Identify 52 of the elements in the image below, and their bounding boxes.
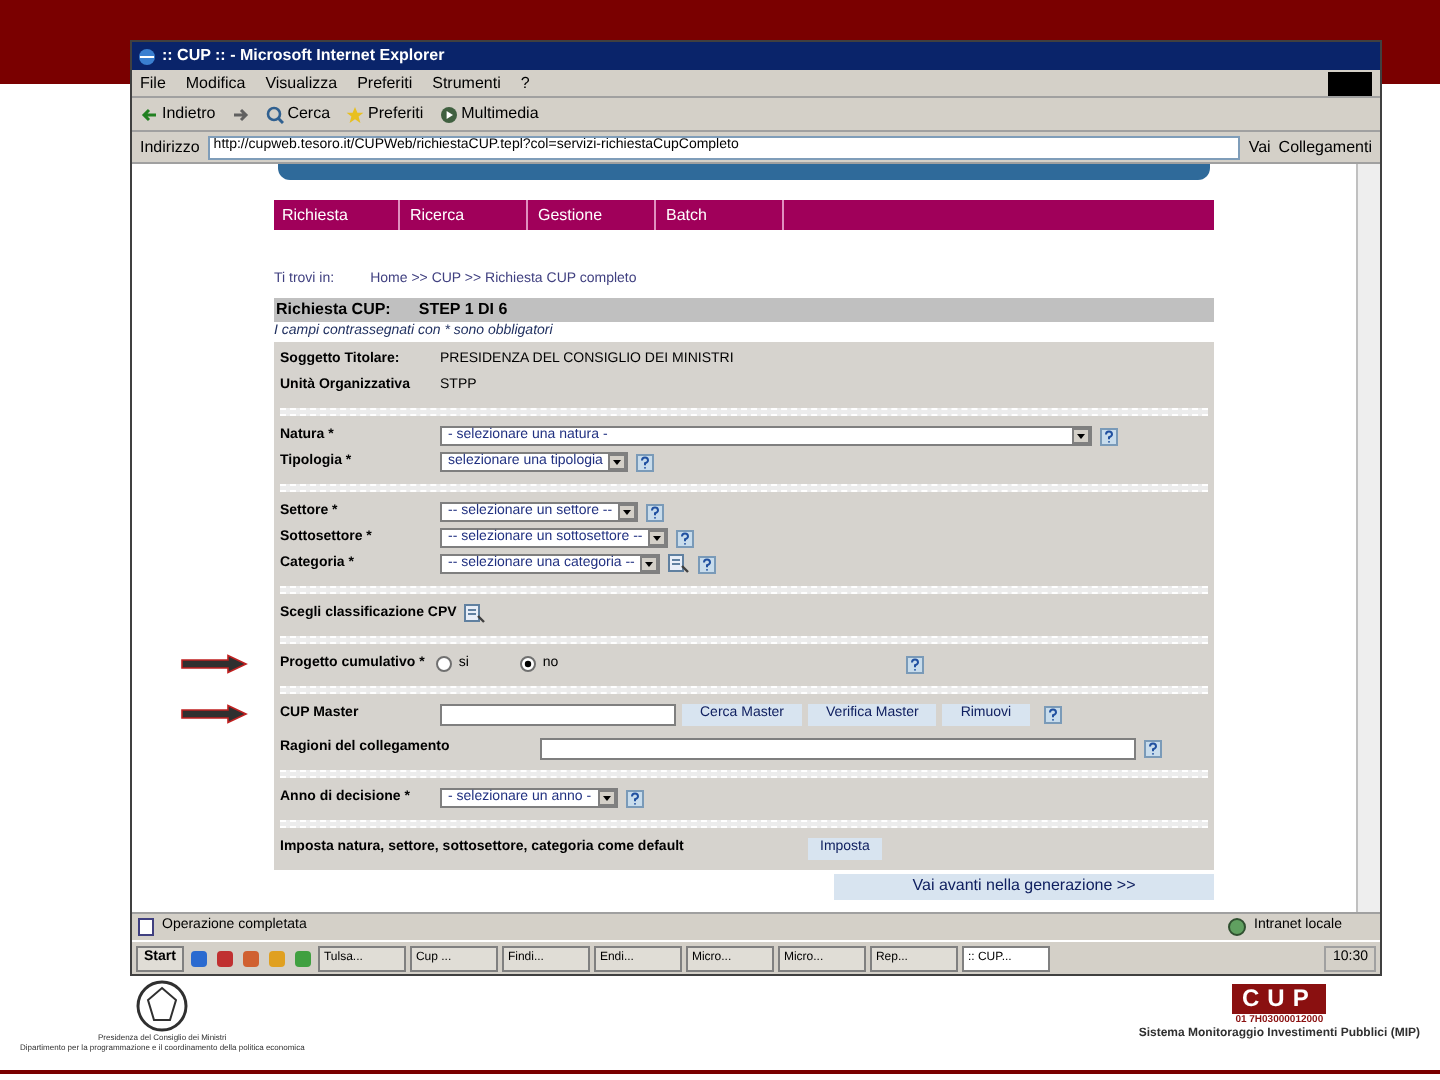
toolbar-button[interactable]: Preferiti xyxy=(346,102,424,126)
dropdown-caret-icon xyxy=(648,530,667,546)
menu-item[interactable]: File xyxy=(140,71,166,95)
help-icon xyxy=(1100,427,1118,445)
nav-tab[interactable]: Gestione xyxy=(530,200,656,230)
nav-tab[interactable]: Richiesta xyxy=(274,200,400,230)
windows-logo-icon xyxy=(1328,71,1372,95)
dropdown-caret-icon xyxy=(640,556,659,572)
help-icon xyxy=(906,655,925,673)
dropdown-caret-icon xyxy=(597,790,616,806)
dropdown-caret-icon xyxy=(608,454,627,470)
dropdown-caret-icon xyxy=(1072,428,1090,444)
toolbar-button[interactable]: Multimedia xyxy=(439,102,539,126)
toolbar-button[interactable]: Cerca xyxy=(265,102,331,126)
nav-tab[interactable]: Batch xyxy=(658,200,784,230)
toolbar-button[interactable]: Indietro xyxy=(140,102,216,126)
help-icon xyxy=(636,453,655,471)
search-icon xyxy=(265,105,284,123)
step-label: STEP 1 DI 6 xyxy=(418,297,508,321)
help-icon xyxy=(676,529,695,547)
emblem-icon xyxy=(132,980,193,1032)
lookup-list-icon xyxy=(464,604,487,624)
input-field[interactable] xyxy=(540,737,1136,759)
menu-item[interactable]: Visualizza xyxy=(265,71,338,95)
address-label: Indirizzo xyxy=(140,135,200,159)
forward-arrow-icon xyxy=(231,105,250,123)
page-icon xyxy=(138,918,154,936)
menu-item[interactable]: Modifica xyxy=(185,71,246,95)
help-icon xyxy=(646,503,665,521)
window-title: :: CUP :: - Microsoft Internet Explorer xyxy=(162,44,445,68)
browser-icon xyxy=(138,47,156,65)
cup-logo: CUP xyxy=(1231,984,1327,1014)
menu-item[interactable]: Strumenti xyxy=(432,71,501,95)
input-field[interactable] xyxy=(440,703,676,725)
media-icon xyxy=(439,105,458,123)
toolbar-button[interactable] xyxy=(231,105,250,123)
star-icon xyxy=(346,105,365,123)
dropdown-caret-icon xyxy=(618,504,637,520)
scrollbar[interactable] xyxy=(1356,164,1380,912)
go-button[interactable]: Vai xyxy=(1248,135,1271,159)
help-icon xyxy=(1043,705,1062,723)
globe-icon xyxy=(1228,918,1246,936)
help-icon xyxy=(698,555,717,573)
menu-item[interactable]: ? xyxy=(520,71,530,95)
back-arrow-icon xyxy=(140,105,158,123)
form-title: Richiesta CUP: xyxy=(276,297,391,321)
help-icon xyxy=(1144,739,1162,757)
next-step-button[interactable]: Vai avanti nella generazione >> xyxy=(834,873,1214,899)
menu-item[interactable]: Preferiti xyxy=(357,71,413,95)
nav-tab[interactable]: Ricerca xyxy=(402,200,528,230)
links-label[interactable]: Collegamenti xyxy=(1278,135,1372,159)
help-icon xyxy=(625,789,644,807)
